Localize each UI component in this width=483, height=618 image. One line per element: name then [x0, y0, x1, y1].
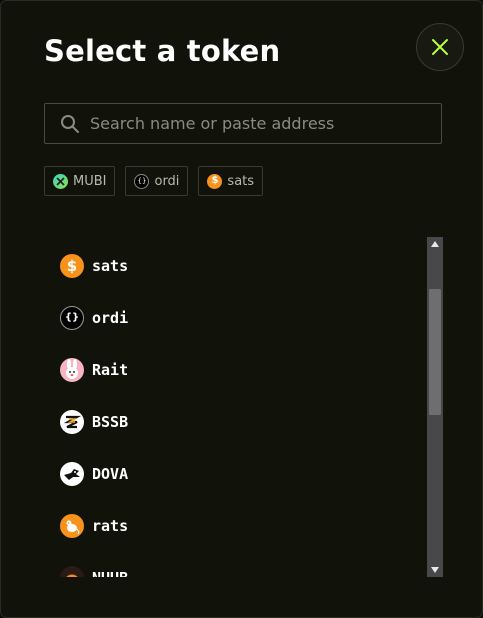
mubi-logo-icon — [53, 173, 68, 189]
rats-logo-icon — [60, 514, 84, 538]
token-row-bssb[interactable]: BSSB — [44, 396, 427, 448]
token-row-ordi[interactable]: {​} ordi — [44, 292, 427, 344]
token-list: $ sats {​} ordi Rait — [44, 237, 427, 577]
scroll-down-arrow-icon[interactable] — [427, 563, 443, 577]
quick-token-ordi[interactable]: {} ordi — [125, 166, 189, 196]
bssb-logo-icon — [60, 410, 84, 434]
close-icon — [431, 38, 449, 56]
token-symbol: ordi — [92, 309, 129, 327]
token-symbol: NUUB — [92, 569, 128, 577]
token-symbol: DOVA — [92, 465, 129, 483]
nuub-logo-icon — [60, 566, 84, 577]
ordi-logo-icon: {​} — [60, 306, 84, 330]
token-row-nuub[interactable]: NUUB — [44, 552, 427, 577]
dova-logo-icon — [60, 462, 84, 486]
ordi-logo-icon: {} — [134, 173, 150, 189]
close-button[interactable] — [416, 23, 464, 71]
select-token-modal: Select a token MUBI {} ordi $ — [0, 0, 483, 618]
search-box — [44, 103, 442, 144]
quick-token-label: MUBI — [73, 173, 107, 189]
token-symbol: BSSB — [92, 413, 129, 431]
quick-token-sats[interactable]: $ sats — [198, 166, 264, 196]
quick-token-mubi[interactable]: MUBI — [44, 166, 116, 196]
token-row-dova[interactable]: DOVA — [44, 448, 427, 500]
quick-token-chips: MUBI {} ordi $ sats — [44, 166, 264, 196]
sats-logo-icon: $ — [60, 254, 84, 278]
scroll-up-arrow-icon[interactable] — [427, 237, 443, 251]
search-input[interactable] — [90, 114, 441, 133]
quick-token-label: ordi — [154, 173, 180, 189]
rait-logo-icon — [60, 358, 84, 382]
token-symbol: sats — [92, 257, 129, 275]
search-icon — [60, 114, 80, 134]
quick-token-label: sats — [227, 173, 255, 189]
token-row-sats[interactable]: $ sats — [44, 240, 427, 292]
token-symbol: Rait — [92, 361, 129, 379]
modal-title: Select a token — [44, 34, 281, 68]
token-symbol: rats — [92, 517, 129, 535]
sats-logo-icon: $ — [207, 173, 223, 189]
token-row-rait[interactable]: Rait — [44, 344, 427, 396]
token-list-scrollbar[interactable] — [427, 237, 443, 577]
scrollbar-thumb[interactable] — [429, 289, 441, 415]
token-row-rats[interactable]: rats — [44, 500, 427, 552]
